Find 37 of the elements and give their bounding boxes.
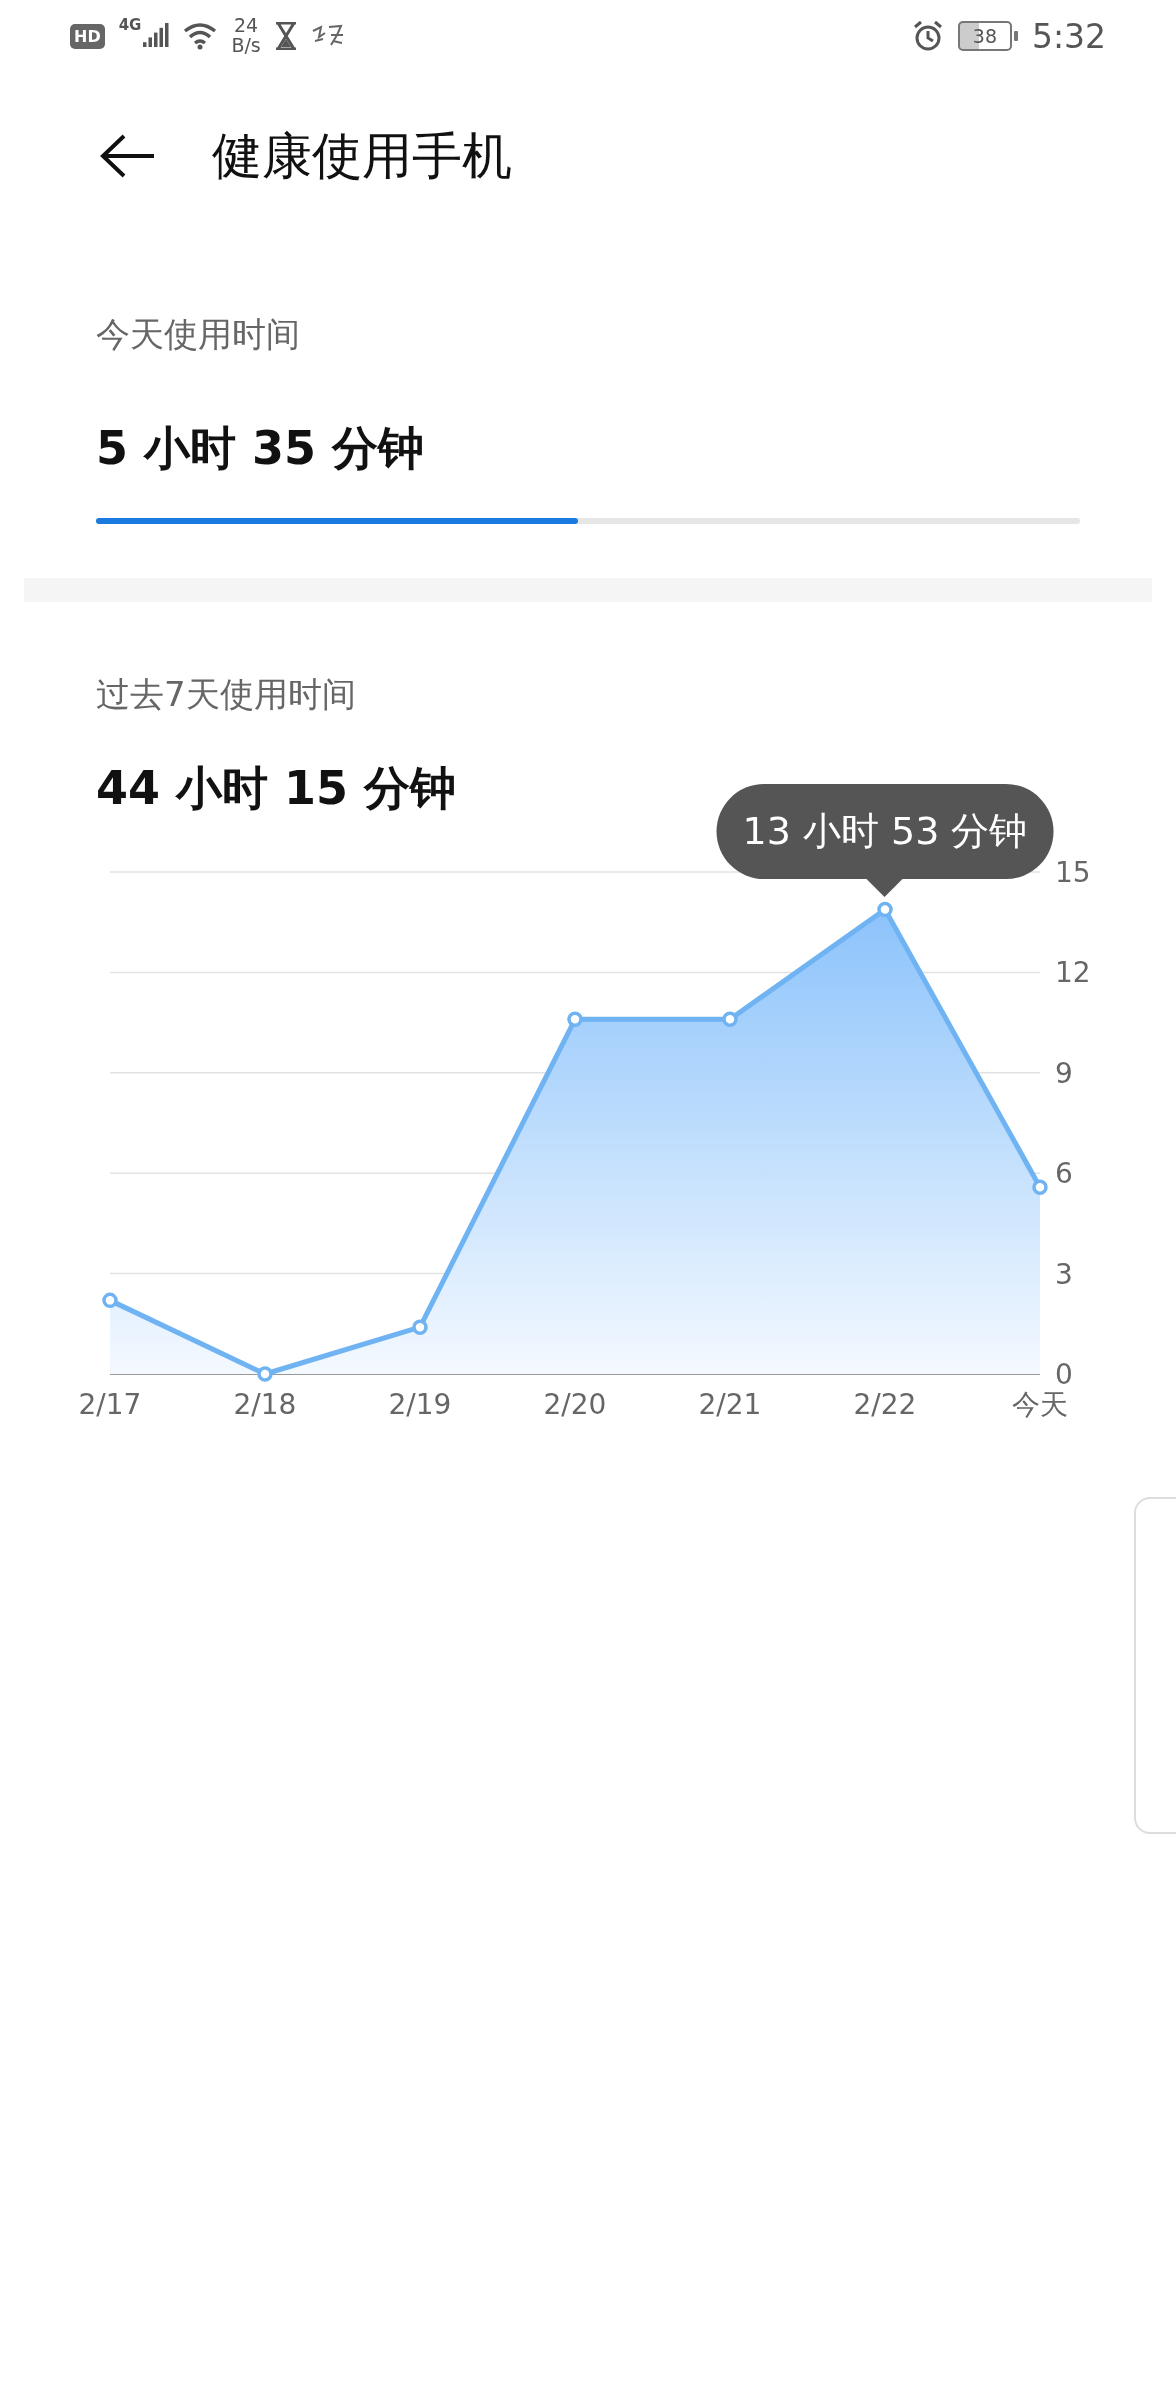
value-tooltip: 13 小时 53 分钟 [716, 784, 1054, 880]
speed-unit: B/s [231, 36, 261, 56]
x-axis-label: 2/22 [853, 1388, 917, 1421]
today-usage-label: 今天使用时间 [96, 313, 301, 356]
data-point [257, 1366, 273, 1382]
today-usage-value: 5 小时 35 分钟 [96, 420, 426, 477]
y-axis-label: 12 [1055, 956, 1091, 990]
x-axis-label: 2/21 [698, 1388, 762, 1421]
data-point [1032, 1179, 1048, 1195]
y-axis-label: 15 [1055, 856, 1091, 889]
x-axis-label: 2/19 [388, 1388, 452, 1421]
x-axis-label: 今天 [1012, 1388, 1068, 1421]
y-axis-label: 0 [1055, 1358, 1073, 1391]
data-point [412, 1319, 428, 1335]
network-type: 4G [118, 16, 142, 34]
x-axis-label: 2/17 [78, 1388, 142, 1421]
y-axis-label: 3 [1055, 1257, 1073, 1291]
speed-value: 24 [234, 16, 259, 36]
y-axis-label: 9 [1055, 1056, 1073, 1090]
y-axis-label: 6 [1055, 1157, 1073, 1191]
wifi-icon [183, 22, 218, 50]
data-point [722, 1011, 738, 1027]
data-point [567, 1011, 583, 1027]
data-point [877, 901, 893, 918]
alarm-icon [911, 20, 944, 52]
hd-badge: HD [70, 23, 105, 49]
clock-time: 5:32 [1031, 16, 1106, 56]
data-point [102, 1292, 118, 1309]
signal-icon [143, 23, 170, 49]
page-title: 健康使用手机 [212, 125, 512, 187]
week-usage-value: 44 小时 15 分钟 [96, 760, 458, 817]
tooltip-pointer [867, 879, 903, 898]
hourglass-icon [274, 22, 297, 50]
x-axis-label: 2/20 [543, 1388, 607, 1421]
x-axis-label: 2/18 [233, 1388, 297, 1421]
week-usage-label: 过去7天使用时间 [96, 673, 357, 716]
battery-level: 38 [957, 21, 1012, 51]
